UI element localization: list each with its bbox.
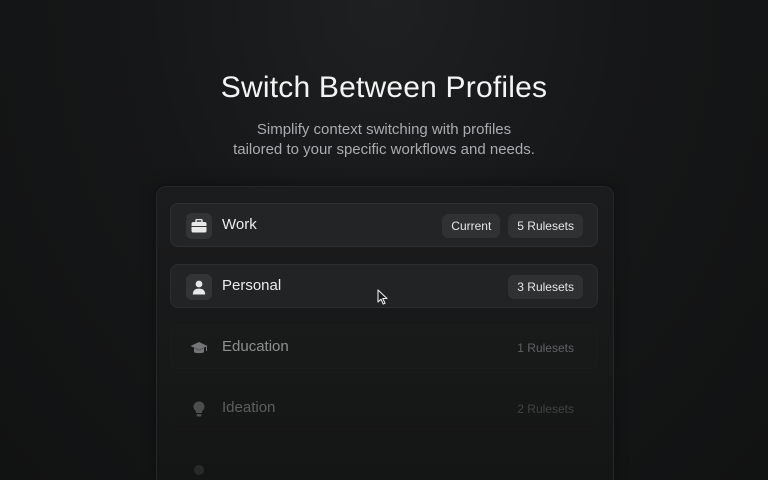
page-title: Switch Between Profiles [220,71,548,104]
profile-row-work[interactable]: Work Current 5 Rulesets [170,203,598,247]
lightbulb-icon [186,396,212,422]
rulesets-badge: 2 Rulesets [517,402,574,416]
rulesets-badge: 1 Rulesets [517,341,574,355]
profile-label: Personal [222,277,282,294]
profile-label: Ideation [222,399,276,416]
subtitle-line-2: tailored to your specific workflows and … [233,141,535,158]
profile-icon [186,457,212,480]
profile-row-faded[interactable] [170,447,598,480]
profile-label: Work [222,216,257,233]
profile-row-education[interactable]: Education 1 Rulesets [170,325,598,369]
graduation-cap-icon [186,335,212,361]
rulesets-badge: 3 Rulesets [508,275,583,299]
mouse-cursor-icon [377,289,388,305]
rulesets-badge: 5 Rulesets [508,214,583,238]
page-subtitle: Simplify context switching with profiles… [0,120,768,160]
current-badge: Current [442,214,501,238]
profile-row-ideation[interactable]: Ideation 2 Rulesets [170,386,598,430]
person-icon [186,274,212,300]
profile-label: Education [222,338,289,355]
briefcase-icon [186,213,212,239]
subtitle-line-1: Simplify context switching with profiles [256,121,512,138]
